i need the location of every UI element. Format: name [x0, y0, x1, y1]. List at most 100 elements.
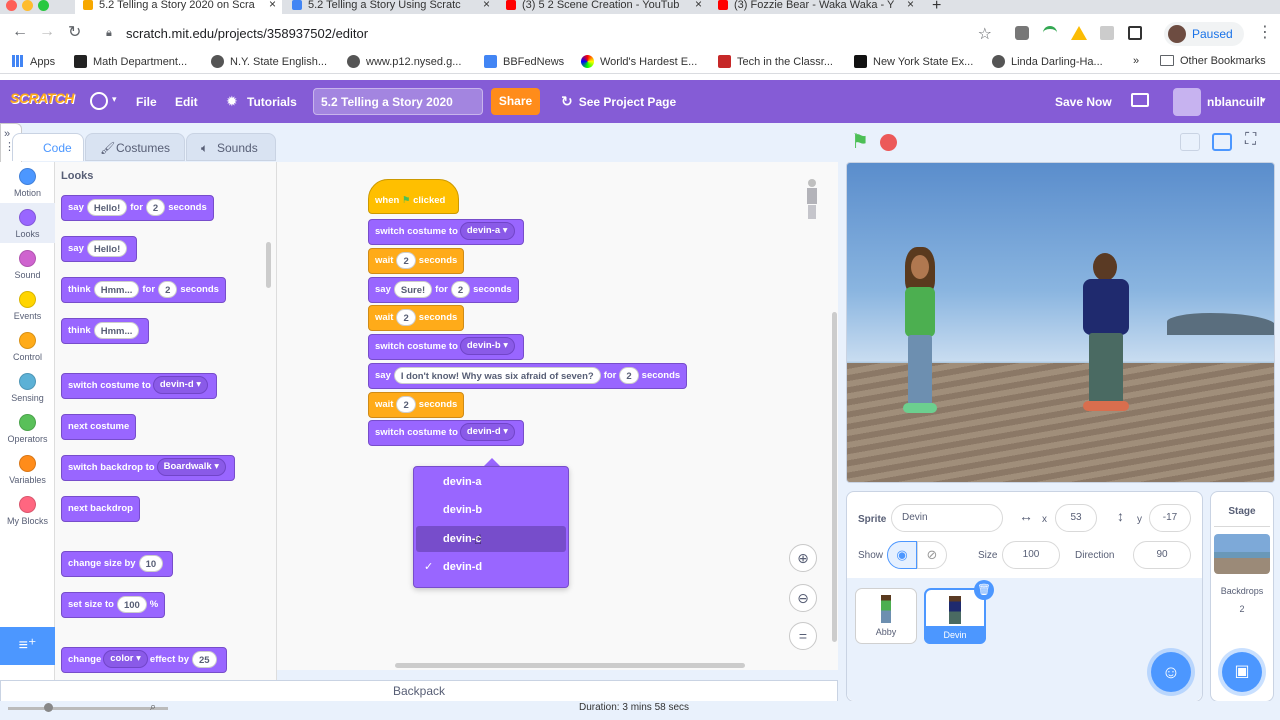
category-operators[interactable]: Operators: [0, 414, 55, 444]
block-change-size[interactable]: change size by 10: [61, 551, 174, 577]
block-switch-backdrop[interactable]: switch backdrop to Boardwalk ▾: [61, 455, 236, 481]
costume-dropdown[interactable]: devin-b ▾: [459, 337, 516, 356]
my-stuff-folder-icon[interactable]: [1131, 93, 1149, 107]
text-input[interactable]: Hmm...: [93, 321, 140, 339]
drive-icon[interactable]: [1071, 26, 1087, 40]
sprite-thumb-devin[interactable]: Devin 🗑︎: [924, 580, 994, 644]
close-tab-icon[interactable]: ×: [907, 0, 914, 10]
back-icon[interactable]: ←: [12, 23, 28, 41]
category-sound[interactable]: Sound: [0, 250, 55, 280]
bookmark-item[interactable]: www.p12.nysed.g...: [347, 55, 461, 68]
browser-tab-3[interactable]: (3) 5 2 Scene Creation - YouTub ×: [498, 0, 708, 14]
bookmark-item[interactable]: World's Hardest E...: [581, 55, 697, 68]
menu-edit[interactable]: Edit: [175, 95, 198, 109]
effect-dropdown[interactable]: color ▾: [103, 650, 148, 669]
abby-sprite[interactable]: [895, 247, 945, 427]
number-input[interactable]: 2: [450, 280, 471, 298]
block-wait[interactable]: wait 2 seconds: [368, 392, 465, 418]
extension-icon[interactable]: [1128, 26, 1142, 40]
green-flag-icon[interactable]: ⚑: [851, 132, 869, 152]
zoom-slider-track[interactable]: [8, 707, 168, 710]
devin-sprite[interactable]: [1075, 253, 1137, 423]
fullscreen-icon[interactable]: ⛶: [1245, 131, 1256, 149]
sprite-name-input[interactable]: Devin: [891, 504, 1003, 532]
block-next-backdrop[interactable]: next backdrop: [61, 496, 140, 522]
small-stage-icon[interactable]: [1180, 133, 1200, 151]
block-wait[interactable]: wait 2 seconds: [368, 248, 465, 274]
dropdown-option[interactable]: devin-c: [416, 526, 566, 552]
block-say[interactable]: say Hello!: [61, 236, 138, 262]
block-next-costume[interactable]: next costume: [61, 414, 137, 440]
zoom-reset-button[interactable]: =: [789, 622, 817, 650]
category-my-blocks[interactable]: My Blocks: [0, 496, 55, 526]
forward-icon[interactable]: →: [39, 23, 55, 41]
vertical-scrollbar[interactable]: [832, 312, 837, 642]
avatar[interactable]: [1173, 88, 1201, 116]
browser-tab-4[interactable]: (3) Fozzie Bear - Waka Waka - Y ×: [710, 0, 920, 14]
other-bookmarks[interactable]: Other Bookmarks: [1160, 55, 1266, 67]
horizontal-scrollbar[interactable]: [395, 663, 745, 668]
zoom-in-button[interactable]: ⊕: [789, 544, 817, 572]
chevron-down-icon[interactable]: ▾: [1261, 95, 1266, 106]
block-set-size[interactable]: set size to 100%: [61, 592, 166, 618]
save-now-button[interactable]: Save Now: [1055, 95, 1112, 109]
bookmarks-overflow-button[interactable]: »: [1133, 55, 1139, 67]
bookmark-item[interactable]: Linda Darling-Ha...: [992, 55, 1103, 68]
block-switch-costume[interactable]: switch costume to devin-d ▾: [61, 373, 218, 399]
number-input[interactable]: 2: [396, 308, 416, 326]
text-input[interactable]: Hmm...: [93, 280, 140, 298]
category-control[interactable]: Control: [0, 332, 55, 362]
profile-button[interactable]: Paused: [1164, 22, 1244, 46]
tab-code[interactable]: Code: [12, 133, 84, 161]
number-input[interactable]: 100: [116, 595, 147, 613]
choose-backdrop-button[interactable]: ▣: [1222, 652, 1262, 692]
block-wait[interactable]: wait 2 seconds: [368, 305, 465, 331]
code-workspace[interactable]: when ⚑ clicked switch costume to devin-a …: [277, 162, 838, 670]
tab-sounds[interactable]: 🔈︎ Sounds: [186, 133, 276, 161]
search-icon[interactable]: ⌕: [150, 701, 156, 714]
stage-canvas[interactable]: [846, 162, 1275, 483]
close-tab-icon[interactable]: ×: [269, 0, 276, 10]
address-bar[interactable]: 🔒︎ scratch.mit.edu/projects/358937502/ed…: [96, 21, 1000, 47]
number-input[interactable]: 2: [619, 366, 639, 384]
block-switch-costume[interactable]: switch costume to devin-b ▾: [368, 334, 525, 360]
backpack[interactable]: Backpack: [0, 680, 838, 702]
stage-selector-pane[interactable]: Stage Backdrops 2 ▣: [1210, 491, 1274, 702]
costume-dropdown[interactable]: devin-a ▾: [459, 222, 515, 241]
number-input[interactable]: 10: [138, 554, 164, 572]
number-input[interactable]: 25: [192, 650, 217, 668]
palette-scrollbar[interactable]: [266, 242, 271, 288]
minimize-window-icon[interactable]: [22, 0, 33, 11]
number-input[interactable]: 2: [396, 251, 416, 269]
choose-sprite-button[interactable]: ☺: [1151, 652, 1191, 692]
new-tab-icon[interactable]: +: [932, 0, 941, 15]
block-say-for-seconds[interactable]: say I don't know! Why was six afraid of s…: [368, 363, 688, 389]
stop-icon[interactable]: [880, 134, 897, 151]
normal-stage-icon[interactable]: [1212, 133, 1232, 151]
category-variables[interactable]: Variables: [0, 455, 55, 485]
dropdown-option[interactable]: devin-a: [416, 469, 566, 495]
tab-costumes[interactable]: 🖌︎ Costumes: [85, 133, 185, 161]
block-say-for-seconds[interactable]: say Sure! for 2 seconds: [368, 277, 519, 303]
text-input[interactable]: Hello!: [86, 239, 128, 257]
backdrop-dropdown[interactable]: Boardwalk ▾: [156, 458, 227, 477]
costume-dropdown[interactable]: devin-d ▾: [152, 376, 209, 395]
add-extension-button[interactable]: ≡⁺: [0, 627, 55, 665]
browser-menu-icon[interactable]: ⋮: [1257, 22, 1273, 42]
text-input[interactable]: Sure!: [393, 280, 433, 298]
y-input[interactable]: -17: [1149, 504, 1191, 532]
extension-icon[interactable]: [1100, 26, 1114, 40]
close-tab-icon[interactable]: ×: [695, 0, 702, 10]
number-input[interactable]: 2: [145, 198, 166, 216]
scratch-logo[interactable]: SCRATCH: [10, 90, 74, 106]
category-looks[interactable]: Looks: [0, 203, 55, 243]
bookmark-item[interactable]: N.Y. State English...: [211, 55, 327, 68]
bookmark-item[interactable]: Tech in the Classr...: [718, 55, 833, 68]
reload-icon[interactable]: ↻: [68, 22, 81, 42]
number-input[interactable]: 2: [396, 395, 416, 413]
maximize-window-icon[interactable]: [38, 0, 49, 11]
close-window-icon[interactable]: [6, 0, 17, 11]
block-change-effect[interactable]: change color ▾ effect by 25: [61, 647, 227, 673]
browser-tab-2[interactable]: 5.2 Telling a Story Using Scratc ×: [284, 0, 496, 14]
show-visible-toggle[interactable]: ◉: [887, 541, 917, 569]
